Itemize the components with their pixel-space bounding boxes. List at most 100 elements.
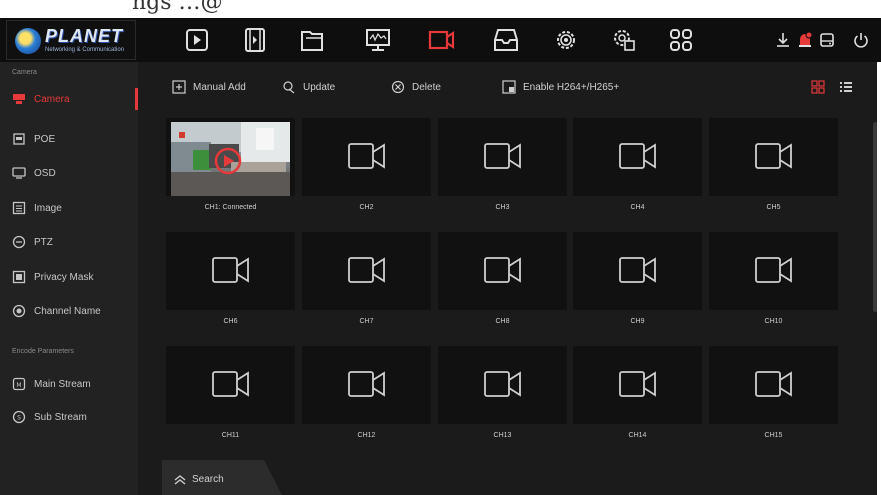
channel-tile-ch11[interactable] <box>166 346 295 424</box>
camera-placeholder-icon <box>212 371 249 397</box>
channel-label-ch9: CH9 <box>630 318 645 325</box>
channel-tile-ch7[interactable] <box>302 232 431 310</box>
chevron-up-icon <box>174 474 186 485</box>
sidebar-item-label: Privacy Mask <box>34 271 94 283</box>
sidebar-item-sub-stream[interactable]: S Sub Stream <box>0 402 138 432</box>
channel-tile-ch13[interactable] <box>438 346 567 424</box>
channel-tile-ch5[interactable] <box>709 118 838 196</box>
sidebar-item-label: PTZ <box>34 236 53 248</box>
channel-tile-ch14[interactable] <box>573 346 702 424</box>
section-encode-heading: Encode Parameters <box>12 348 74 355</box>
system-gear-icon[interactable] <box>608 24 640 56</box>
camera-icon[interactable] <box>425 24 457 56</box>
channel-name-icon <box>12 304 26 318</box>
search-label: Search <box>192 474 224 485</box>
delete-icon <box>391 80 405 94</box>
camera-placeholder-icon <box>348 371 385 397</box>
poe-icon <box>12 132 26 146</box>
sidebar-item-ptz[interactable]: PTZ <box>0 227 138 257</box>
brand-logo: PLANET Networking & Communication <box>6 20 136 60</box>
sidebar-item-label: OSD <box>34 167 56 179</box>
enable-h264-label: Enable H264+/H265+ <box>523 81 620 93</box>
header-bar: PLANET Networking & Communication <box>0 18 881 62</box>
channel-tile-ch1[interactable] <box>166 118 295 196</box>
folder-icon[interactable] <box>296 24 328 56</box>
sidebar-item-label: POE <box>34 133 56 145</box>
grid-view-icon[interactable] <box>811 80 825 94</box>
add-icon <box>172 80 186 94</box>
camera-placeholder-icon <box>348 257 385 283</box>
download-icon[interactable] <box>774 31 792 49</box>
top-strip: ngs …@ <box>0 0 881 18</box>
svg-text:S: S <box>17 415 21 422</box>
channel-tile-ch12[interactable] <box>302 346 431 424</box>
codec-icon <box>502 80 516 94</box>
update-label: Update <box>303 81 336 93</box>
camera-placeholder-icon <box>212 257 249 283</box>
grid-icon[interactable] <box>665 24 697 56</box>
camera-preview-thumbnail <box>171 122 290 196</box>
sidebar-item-osd[interactable]: OSD <box>0 158 138 188</box>
camera-placeholder-icon <box>755 143 792 169</box>
power-icon[interactable] <box>852 31 870 49</box>
image-icon <box>12 201 26 215</box>
channel-tile-ch9[interactable] <box>573 232 702 310</box>
svg-text:M: M <box>16 382 21 389</box>
camera-placeholder-icon <box>755 257 792 283</box>
sidebar-item-label: Sub Stream <box>34 411 87 423</box>
channel-tile-ch4[interactable] <box>573 118 702 196</box>
gear-icon[interactable] <box>550 24 582 56</box>
channel-label-ch2: CH2 <box>359 204 374 211</box>
channel-label-ch7: CH7 <box>359 318 374 325</box>
sidebar: Camera Camera POE OSD Image PTZ Privacy … <box>0 62 138 495</box>
sidebar-item-poe[interactable]: POE <box>0 124 138 154</box>
camera-placeholder-icon <box>484 371 521 397</box>
channel-label-ch5: CH5 <box>766 204 781 211</box>
sidebar-item-main-stream[interactable]: M Main Stream <box>0 369 138 399</box>
camera-placeholder-icon <box>619 257 656 283</box>
list-view-icon[interactable] <box>839 80 853 94</box>
channel-label-ch15: CH15 <box>764 432 783 439</box>
channel-tile-ch8[interactable] <box>438 232 567 310</box>
update-button[interactable]: Update <box>282 80 335 94</box>
toolbar: Manual Add Update Delete Enable H264+/H2… <box>138 62 881 110</box>
search-tab-content: Search <box>174 474 224 485</box>
sub-stream-icon: S <box>12 410 26 424</box>
refresh-icon <box>282 80 296 94</box>
channel-tile-ch6[interactable] <box>166 232 295 310</box>
camera-placeholder-icon <box>755 371 792 397</box>
channel-tile-ch3[interactable] <box>438 118 567 196</box>
camera-placeholder-icon <box>348 143 385 169</box>
delete-button[interactable]: Delete <box>391 80 441 94</box>
globe-icon <box>15 28 41 54</box>
camera-placeholder-icon <box>619 143 656 169</box>
film-icon[interactable] <box>239 24 271 56</box>
monitor-icon[interactable] <box>362 24 394 56</box>
window-title: ngs …@ <box>132 0 223 15</box>
sidebar-item-label: Channel Name <box>34 305 101 317</box>
main-panel: Manual Add Update Delete Enable H264+/H2… <box>138 62 881 495</box>
channel-label-ch4: CH4 <box>630 204 645 211</box>
section-camera-heading: Camera <box>12 69 37 76</box>
camera-icon <box>12 92 26 106</box>
sidebar-item-label: Camera <box>34 93 70 105</box>
channel-tile-ch10[interactable] <box>709 232 838 310</box>
sidebar-item-channel-name[interactable]: Channel Name <box>0 296 138 326</box>
brand-tagline: Networking & Communication <box>45 47 125 53</box>
hdd-icon[interactable] <box>818 31 836 49</box>
sidebar-item-camera[interactable]: Camera <box>0 84 138 114</box>
sidebar-item-image[interactable]: Image <box>0 193 138 223</box>
search-tab[interactable]: Search <box>162 460 282 495</box>
manual-add-button[interactable]: Manual Add <box>172 80 246 94</box>
brand-name: PLANET <box>45 26 123 46</box>
storage-icon[interactable] <box>490 24 522 56</box>
play-icon[interactable] <box>181 24 213 56</box>
channel-tile-ch2[interactable] <box>302 118 431 196</box>
ptz-icon <box>12 235 26 249</box>
right-edge <box>877 62 881 495</box>
alarm-icon[interactable] <box>796 31 814 49</box>
channel-tile-ch15[interactable] <box>709 346 838 424</box>
camera-placeholder-icon <box>484 257 521 283</box>
enable-h264-button[interactable]: Enable H264+/H265+ <box>502 80 619 94</box>
sidebar-item-privacy-mask[interactable]: Privacy Mask <box>0 262 138 292</box>
